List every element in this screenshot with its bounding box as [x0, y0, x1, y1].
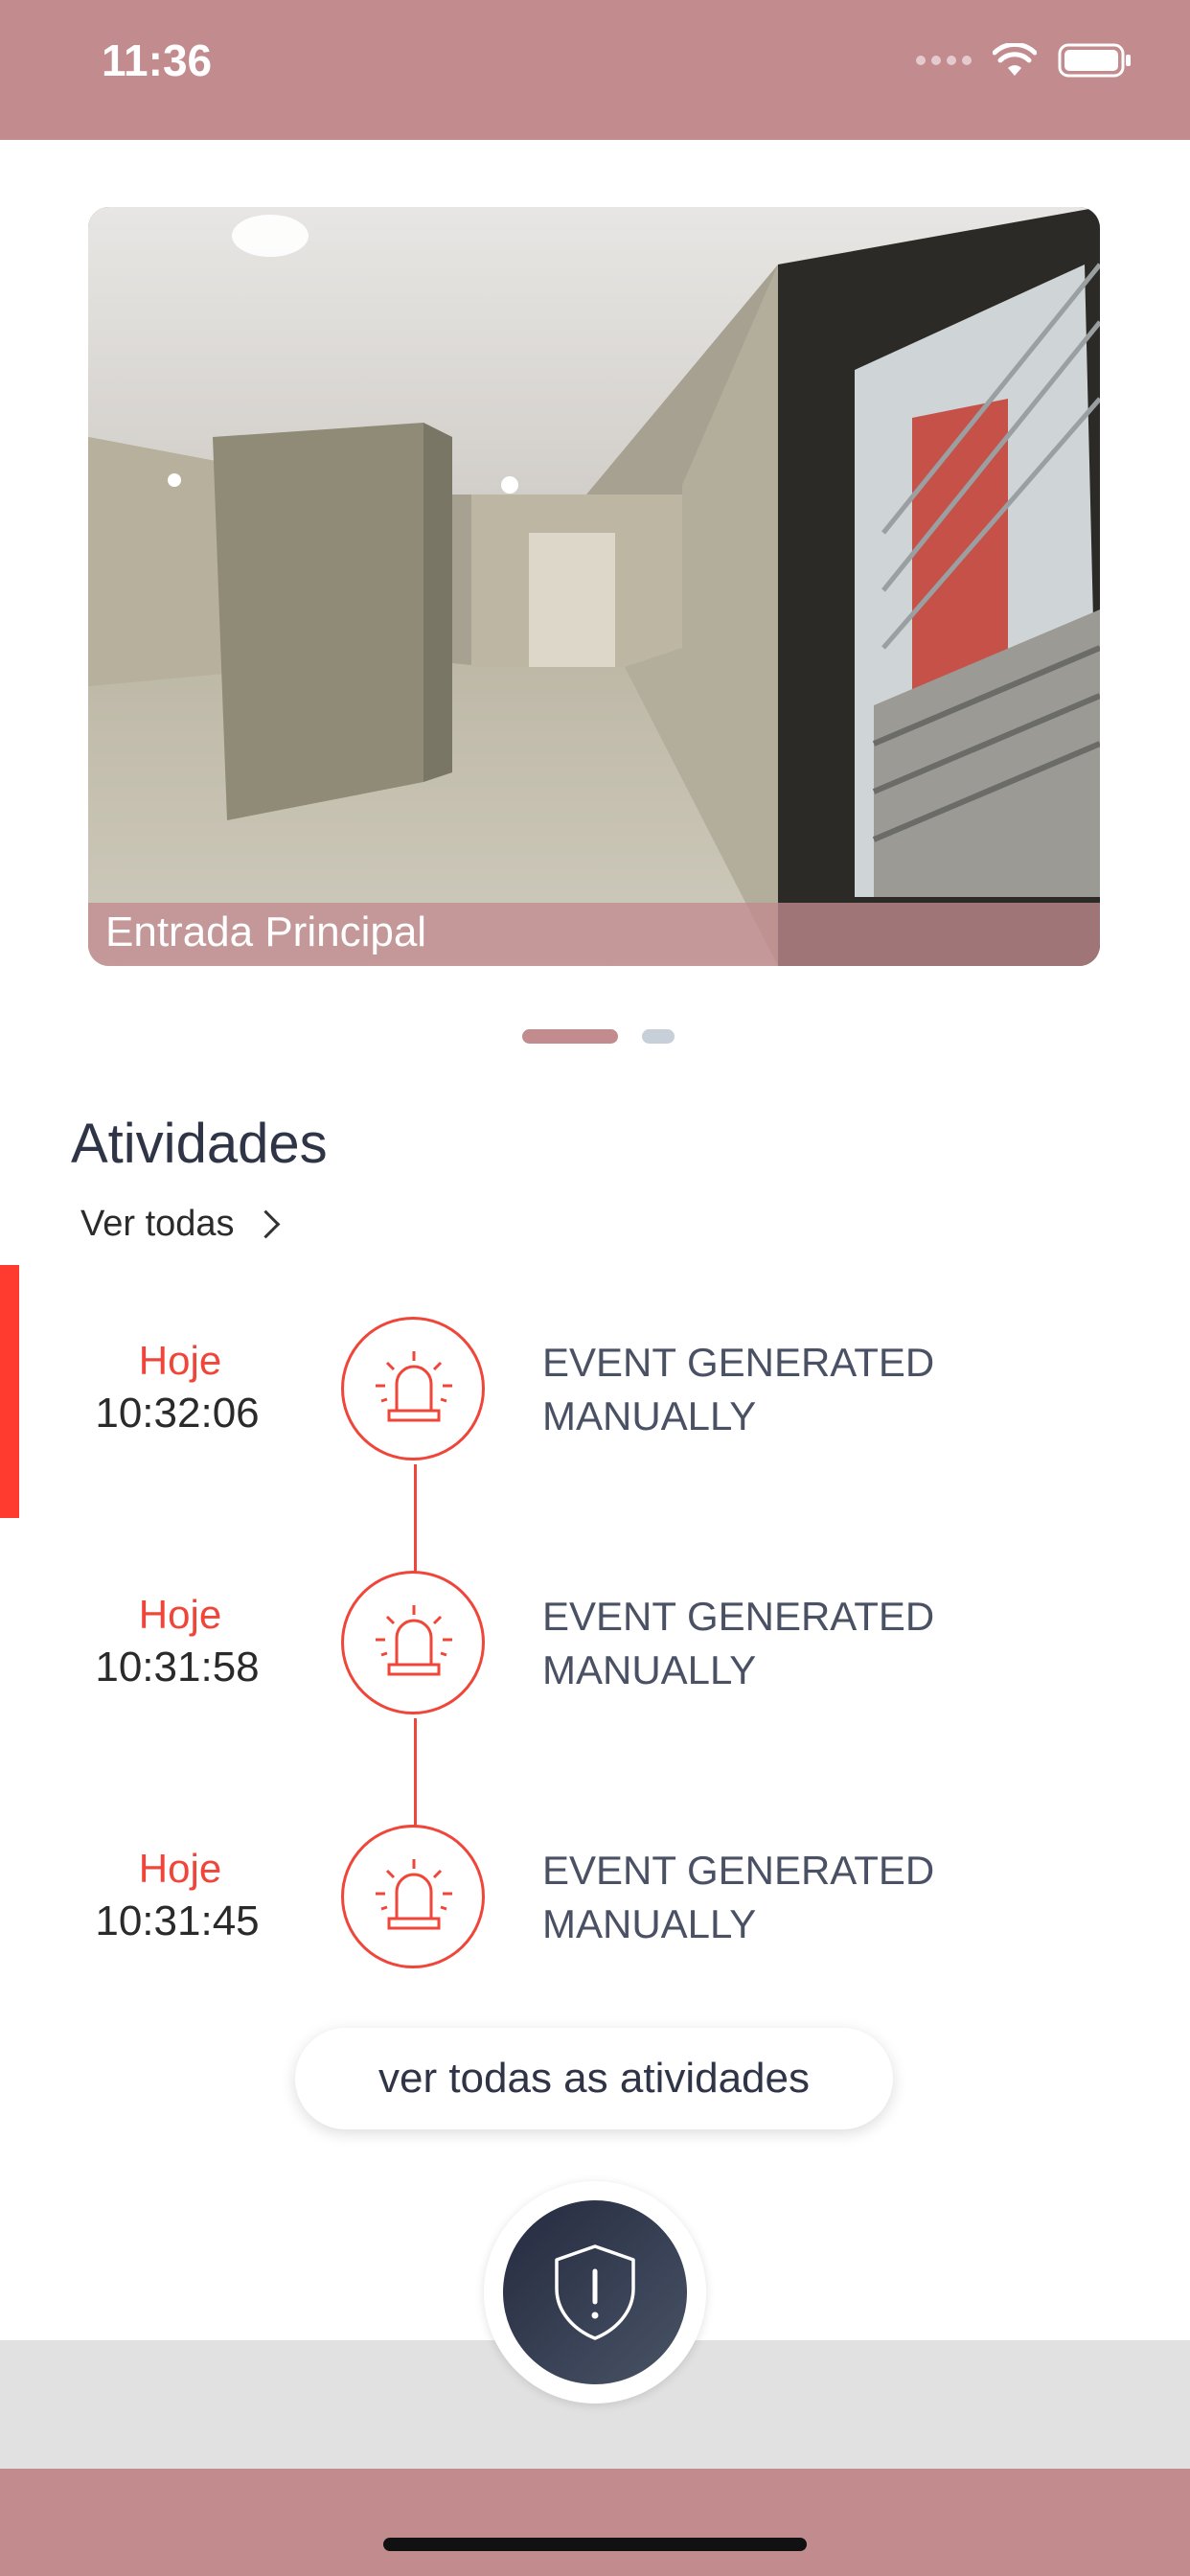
status-icons — [916, 42, 1133, 79]
activity-day: Hoje — [138, 1338, 222, 1383]
carousel-pager — [0, 1029, 1190, 1045]
activity-day: Hoje — [138, 1846, 222, 1891]
battery-icon — [1058, 43, 1131, 78]
bottom-bar — [0, 2469, 1190, 2576]
timeline-connector — [414, 1718, 417, 1828]
camera-feed-card[interactable]: Entrada Principal — [88, 207, 1100, 966]
activity-time: 10:31:45 — [95, 1898, 260, 1944]
activity-description: EVENT GENERATED MANUALLY — [542, 1594, 935, 1692]
pager-dot[interactable] — [642, 1029, 675, 1044]
activity-description: EVENT GENERATED MANUALLY — [542, 1848, 935, 1946]
siren-icon — [341, 1317, 485, 1460]
camera-name: Entrada Principal — [105, 908, 427, 955]
activities-title: Atividades — [71, 1113, 328, 1175]
camera-label-bar: Entrada Principal — [88, 903, 1100, 966]
see-all-label: Ver todas — [80, 1204, 235, 1244]
see-all-activities-button[interactable]: ver todas as atividades — [295, 2028, 893, 2129]
pager-dot-active[interactable] — [522, 1029, 618, 1044]
activity-time: 10:32:06 — [95, 1390, 260, 1437]
activity-item[interactable]: Hoje 10:32:06 EVENT GENERATED MANUALLY — [0, 1317, 1190, 1470]
camera-feed-image — [88, 207, 1100, 966]
wifi-icon — [993, 43, 1037, 76]
siren-icon — [341, 1825, 485, 1968]
activity-item[interactable]: Hoje 10:31:58 EVENT GENERATED MANUALLY — [0, 1571, 1190, 1724]
cellular-signal-icon — [916, 56, 972, 65]
panic-button-container — [484, 2181, 706, 2404]
activity-day: Hoje — [138, 1592, 222, 1637]
shield-alert-icon — [555, 2244, 635, 2340]
timeline-connector — [414, 1464, 417, 1574]
home-indicator[interactable] — [383, 2538, 807, 2551]
chevron-right-icon — [251, 1209, 280, 1239]
status-bar: 11:36 — [0, 0, 1190, 140]
see-all-link[interactable]: Ver todas — [80, 1204, 280, 1245]
activity-time: 10:31:58 — [95, 1644, 260, 1690]
siren-icon — [341, 1571, 485, 1714]
status-time: 11:36 — [102, 35, 213, 85]
activity-description: EVENT GENERATED MANUALLY — [542, 1340, 935, 1438]
activity-item[interactable]: Hoje 10:31:45 EVENT GENERATED MANUALLY — [0, 1825, 1190, 1978]
panic-button[interactable] — [503, 2200, 687, 2384]
